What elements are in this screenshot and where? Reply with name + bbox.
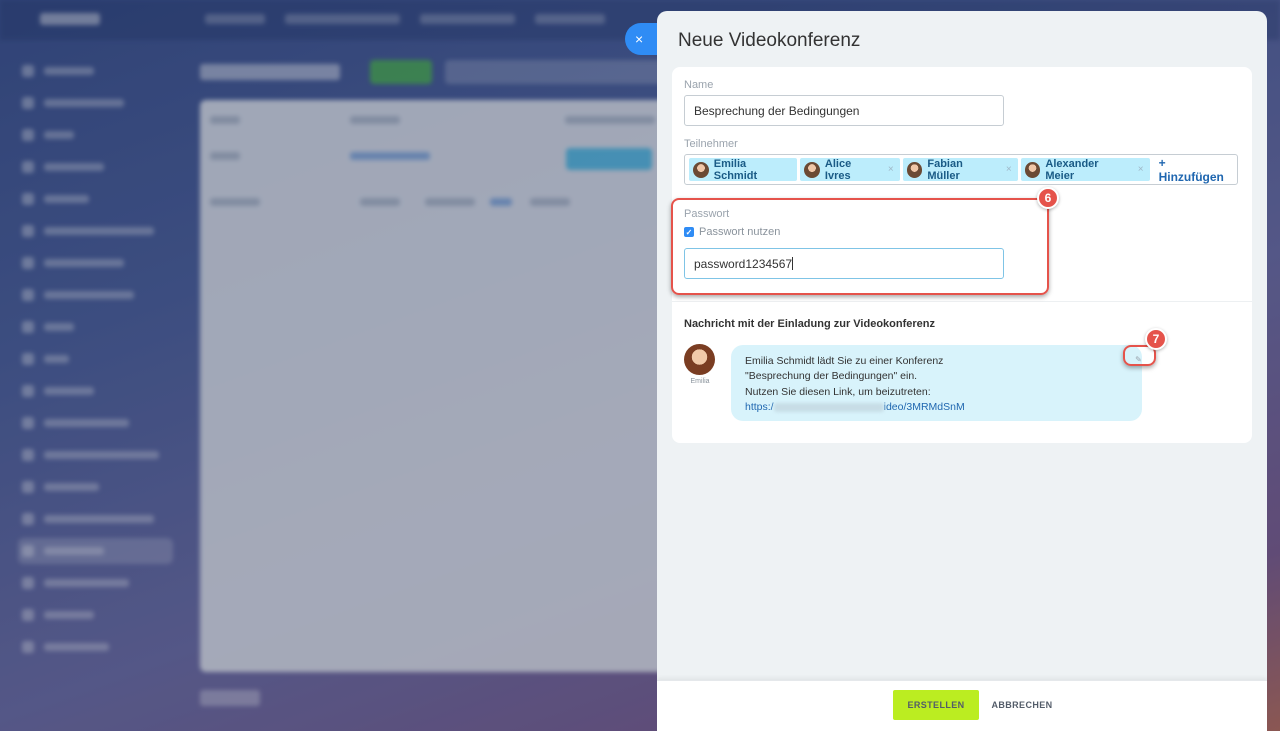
participant-name: Emilia Schmidt: [713, 157, 758, 182]
remove-participant-icon[interactable]: ×: [1006, 164, 1012, 175]
message-line: Nutzen Sie diesen Link, um beizutreten:: [745, 385, 931, 398]
new-video-conference-slider: Neue Videokonferenz Name Besprechung der…: [657, 11, 1267, 731]
participants-field[interactable]: Emilia Schmidt Alice Ivres × Fabian Müll…: [684, 154, 1238, 185]
name-label: Name: [684, 79, 714, 91]
sender-avatar: [684, 344, 715, 375]
avatar: [1024, 161, 1041, 178]
participant-chip[interactable]: Alexander Meier ×: [1020, 157, 1150, 182]
step-badge-7: 7: [1145, 328, 1167, 350]
remove-participant-icon[interactable]: ×: [1138, 164, 1144, 175]
slider-footer: ERSTELLEN ABBRECHEN: [657, 680, 1267, 731]
participant-name: Fabian Müller: [927, 157, 963, 182]
slider-title: Neue Videokonferenz: [678, 30, 861, 51]
cancel-button[interactable]: ABBRECHEN: [987, 690, 1057, 720]
remove-participant-icon[interactable]: ×: [888, 164, 894, 175]
name-input-value: Besprechung der Bedingungen: [694, 103, 860, 118]
avatar: [906, 161, 923, 178]
create-button[interactable]: ERSTELLEN: [893, 690, 979, 720]
redacted-url-part: [773, 402, 884, 412]
name-input[interactable]: Besprechung der Bedingungen: [684, 95, 1004, 126]
participants-label: Teilnehmer: [684, 138, 738, 150]
participant-chip[interactable]: Fabian Müller ×: [902, 157, 1018, 182]
participant-name: Alice Ivres: [824, 157, 852, 182]
conference-link[interactable]: https:/ideo/3MRMdSnM: [745, 400, 1128, 415]
avatar: [693, 161, 709, 178]
close-icon: ×: [635, 31, 644, 47]
password-highlight-box: [671, 198, 1049, 295]
participant-chip[interactable]: Emilia Schmidt: [689, 157, 798, 182]
message-line: "Besprechung der Bedingungen" ein.: [745, 370, 918, 383]
invitation-section-title: Nachricht mit der Einladung zur Videokon…: [684, 318, 936, 330]
invitation-message-bubble: Emilia Schmidt lädt Sie zu einer Konfere…: [731, 345, 1142, 421]
sender-name: Emilia: [690, 378, 710, 385]
participant-chip[interactable]: Alice Ivres ×: [800, 157, 900, 182]
add-participant-link[interactable]: + Hinzufügen: [1159, 156, 1233, 184]
participant-name: Alexander Meier: [1045, 157, 1099, 182]
step-badge-6: 6: [1037, 187, 1059, 209]
avatar: [804, 161, 820, 178]
section-divider: [672, 301, 1252, 302]
message-line: Emilia Schmidt lädt Sie zu einer Konfere…: [745, 355, 944, 367]
